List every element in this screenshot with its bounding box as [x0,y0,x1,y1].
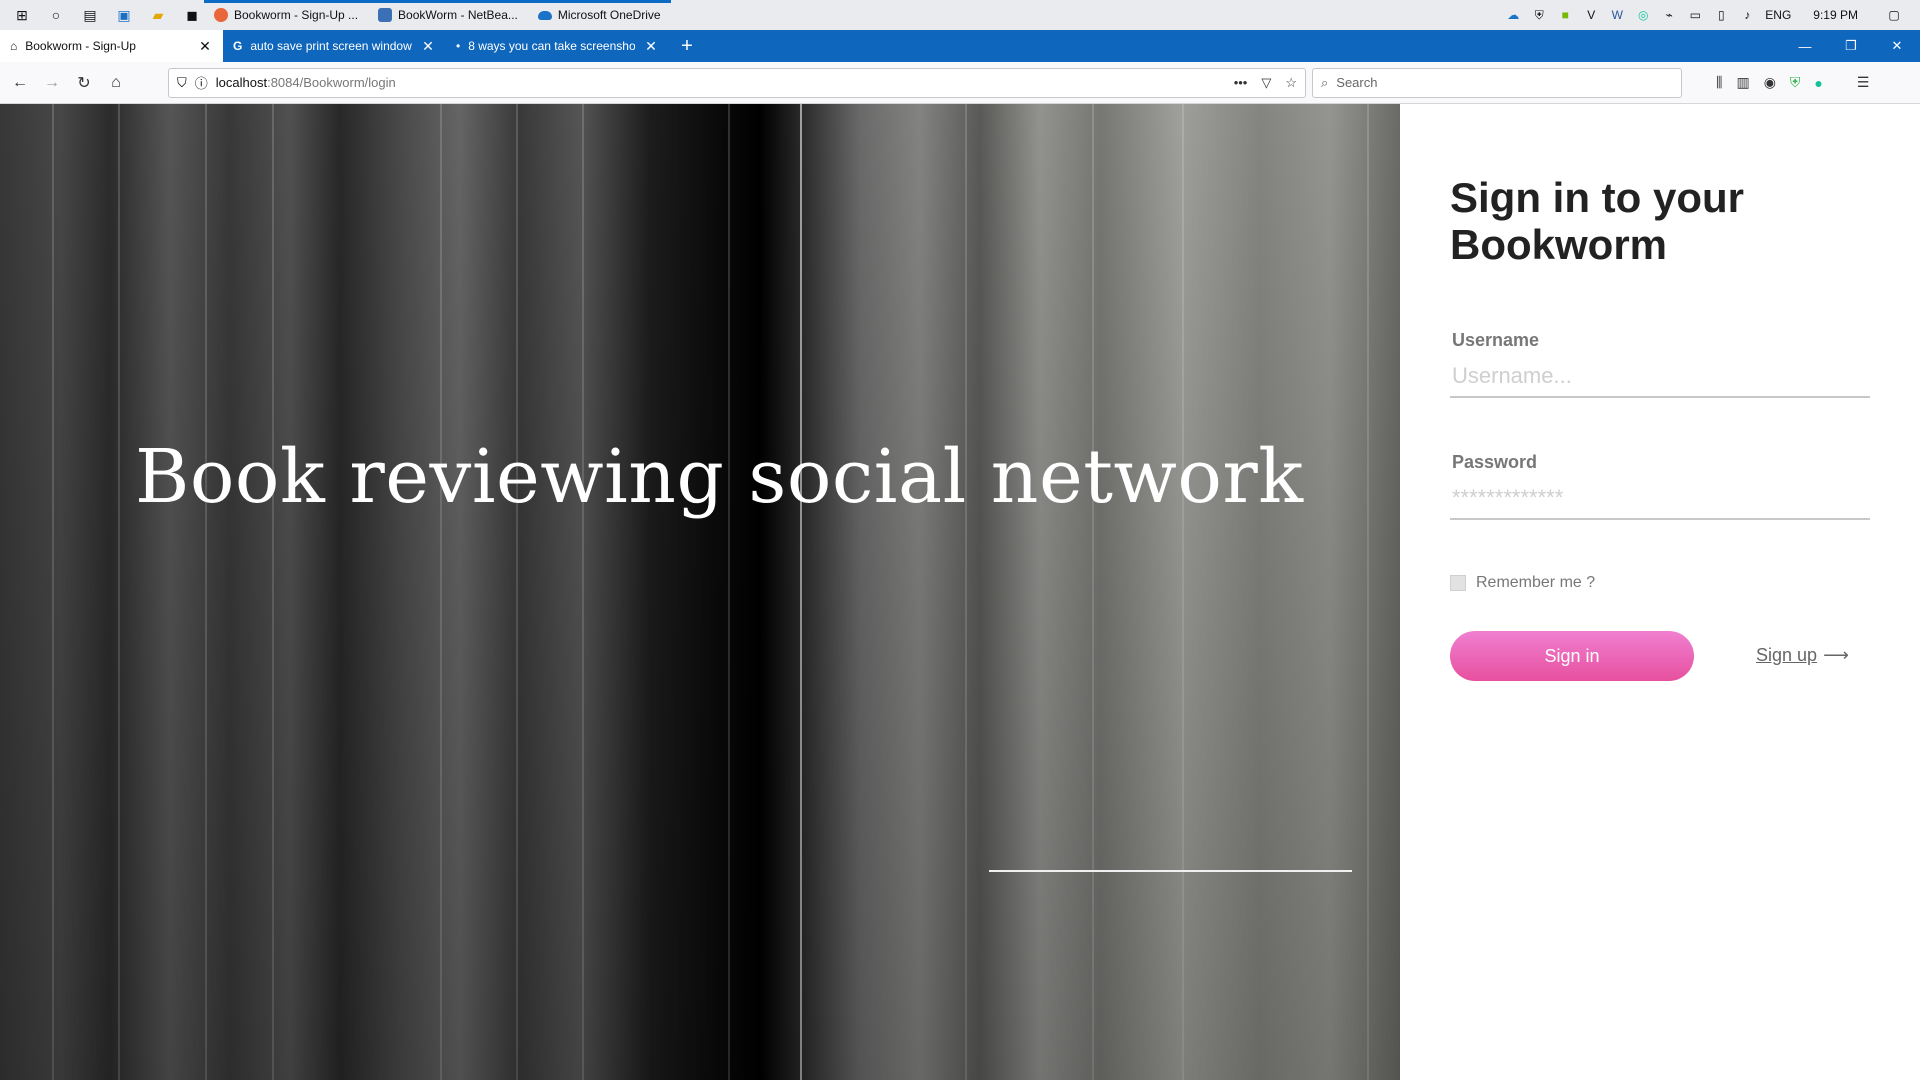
close-icon[interactable]: ✕ [197,38,213,55]
taskbar-app-netbeans[interactable]: BookWorm - NetBea... [368,0,528,30]
url-path: :8084/Bookworm/login [267,75,396,90]
search-icon: ⌕ [1321,74,1329,90]
dot-icon: • [456,39,461,53]
onedrive-icon [537,10,552,20]
arrow-right-icon: ⟶ [1823,645,1849,665]
minimize-icon[interactable]: — [1782,30,1828,62]
sidebar-icon[interactable]: ▥ [1736,74,1749,91]
store-icon[interactable]: ◼ [180,3,204,27]
vpn-tray-icon[interactable]: V [1583,7,1599,23]
volume-tray-icon[interactable]: ♪ [1739,7,1755,23]
signin-button[interactable]: Sign in [1450,631,1694,681]
url-host: localhost [215,75,268,90]
onedrive-tray-icon[interactable]: ☁ [1505,7,1521,23]
taskbar-app-onedrive[interactable]: Microsoft OneDrive [527,0,671,30]
hero-divider [989,870,1352,872]
page-actions-icon[interactable]: ••• [1234,75,1248,91]
notifications-icon[interactable]: ▢ [1886,7,1902,23]
firefox-icon [214,8,228,22]
pocket-icon[interactable]: ▽ [1261,75,1271,91]
language-indicator[interactable]: ENG [1765,8,1791,22]
username-label: Username [1452,330,1540,350]
browser-navbar: ← → ↻ ⌂ ⛉ ⓘ localhost:8084/Bookworm/logi… [0,62,1920,104]
taskbar-app-label: Bookworm - Sign-Up ... [234,8,359,22]
hero-book-background: Book reviewing social network [0,104,1400,1080]
word-tray-icon[interactable]: W [1609,7,1625,23]
login-page: Book reviewing social network Sign in to… [0,104,1920,1080]
browser-toolbar: ⫼ ▥ ◉ ⛨ ● ☰ [1716,74,1869,91]
login-panel: Sign in to your Bookworm Username Passwo… [1400,104,1920,1080]
back-icon[interactable]: ← [4,67,36,99]
menu-icon[interactable]: ☰ [1857,74,1870,91]
reload-icon[interactable]: ↻ [68,67,100,99]
site-info-icon[interactable]: ⓘ [195,73,208,92]
window-controls: — ❐ ✕ [1782,30,1920,62]
tab-label: Bookworm - Sign-Up [25,39,136,53]
password-label: Password [1452,452,1538,472]
signup-label: Sign up [1756,645,1818,665]
file-explorer-icon[interactable]: ▰ [146,3,170,27]
system-tray: ☁ ⛨ ■ V W ◎ ⌁ ▭ ▯ ♪ ENG 9:19 PM ▢ [1505,7,1920,23]
login-heading: Sign in to your Bookworm [1450,174,1744,268]
search-placeholder: Search [1336,75,1378,90]
tab-label: 8 ways you can take screenshots [468,39,635,53]
grammarly-tray-icon[interactable]: ◎ [1635,7,1651,23]
tracking-shield-icon[interactable]: ⛉ [177,75,187,91]
nvidia-tray-icon[interactable]: ■ [1557,7,1573,23]
battery-tray-icon[interactable]: ▭ [1687,7,1703,23]
google-icon: G [233,39,243,53]
netbeans-icon [378,8,393,22]
adblock-icon[interactable]: ⛨ [1790,74,1801,91]
security-tray-icon[interactable]: ⛨ [1531,7,1547,23]
remember-label: Remember me ? [1476,574,1596,591]
windows-taskbar: ⊞ ○ ▤ ▣ ▰ ◼ Bookworm - Sign-Up ... BookW… [0,0,1920,30]
library-icon[interactable]: ⫼ [1716,74,1722,91]
restore-icon[interactable]: ❐ [1828,30,1874,62]
remember-me[interactable]: Remember me ? [1450,574,1595,592]
hero-title: Book reviewing social network [135,434,1304,520]
taskbar-app-label: BookWorm - NetBea... [398,8,518,22]
task-view-icon[interactable]: ▤ [78,3,102,27]
windows-start-icon[interactable]: ⊞ [10,3,34,27]
username-input[interactable] [1450,356,1870,398]
remember-checkbox[interactable] [1450,575,1466,591]
outlook-icon[interactable]: ▣ [112,3,136,27]
grammarly-icon[interactable]: ● [1814,75,1822,91]
display-tray-icon[interactable]: ▯ [1713,7,1729,23]
tab-bookworm[interactable]: ⌂ Bookworm - Sign-Up ✕ [0,30,223,62]
home-button-icon[interactable]: ⌂ [100,67,132,99]
signup-link[interactable]: Sign up ⟶ [1756,645,1849,666]
forward-icon[interactable]: → [36,67,68,99]
close-window-icon[interactable]: ✕ [1874,30,1920,62]
network-tray-icon[interactable]: ⌁ [1661,7,1677,23]
browser-tab-strip: ⌂ Bookworm - Sign-Up ✕ G auto save print… [0,30,1920,62]
tab-auto-save[interactable]: G auto save print screen windows ✕ [223,30,446,62]
url-bar[interactable]: ⛉ ⓘ localhost:8084/Bookworm/login ••• ▽ … [168,67,1306,98]
password-input[interactable] [1450,478,1870,520]
search-bar[interactable]: ⌕ Search [1312,67,1682,98]
close-icon[interactable]: ✕ [420,38,436,55]
account-icon[interactable]: ◉ [1764,74,1776,91]
tab-screenshots[interactable]: • 8 ways you can take screenshots ✕ [446,30,669,62]
taskbar-app-label: Microsoft OneDrive [557,8,661,22]
new-tab-button[interactable]: + [669,30,705,62]
bookmark-star-icon[interactable]: ☆ [1285,75,1297,91]
close-icon[interactable]: ✕ [643,38,659,55]
tab-label: auto save print screen windows [250,39,412,53]
taskbar-app-firefox[interactable]: Bookworm - Sign-Up ... [204,0,369,30]
home-icon: ⌂ [10,39,18,53]
clock[interactable]: 9:19 PM [1813,8,1858,22]
cortana-icon[interactable]: ○ [44,3,68,27]
